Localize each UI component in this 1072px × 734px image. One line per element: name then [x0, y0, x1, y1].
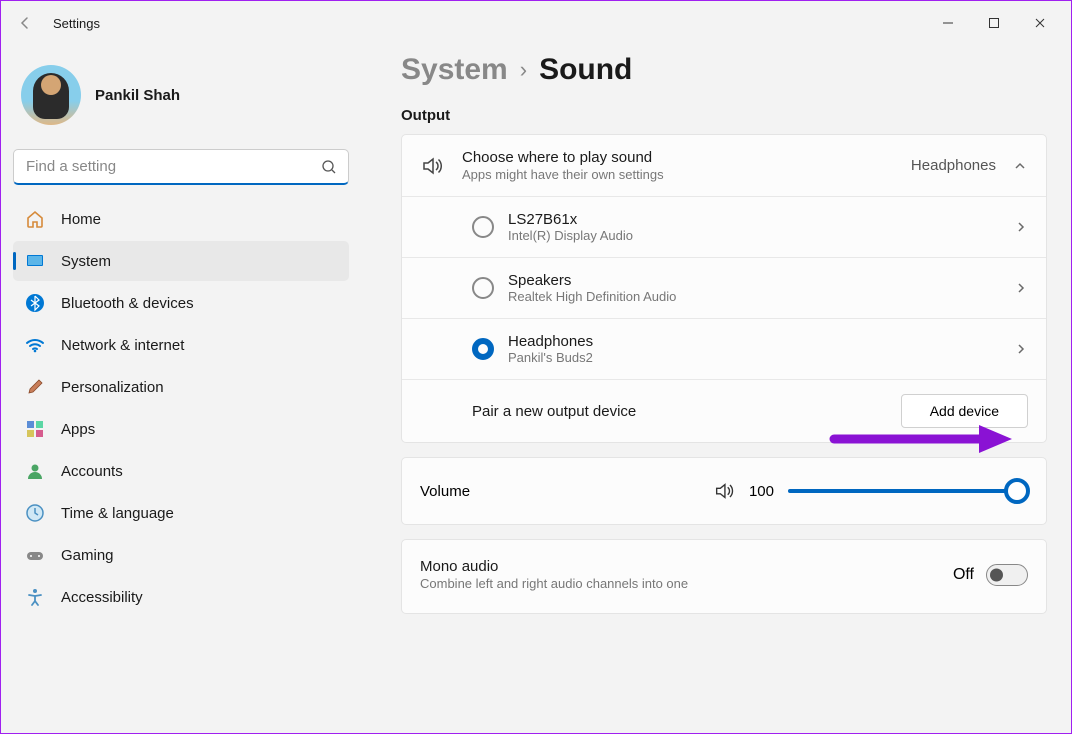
nav-label: System: [61, 253, 111, 270]
nav-accessibility[interactable]: Accessibility: [13, 577, 349, 617]
close-button[interactable]: [1017, 7, 1063, 39]
nav-label: Personalization: [61, 379, 164, 396]
add-device-button[interactable]: Add device: [901, 394, 1028, 428]
minimize-icon: [942, 17, 954, 29]
nav-list: Home System Bluetooth & devices Network …: [13, 199, 349, 617]
system-icon: [25, 251, 45, 271]
nav-label: Home: [61, 211, 101, 228]
nav-home[interactable]: Home: [13, 199, 349, 239]
pair-device-label: Pair a new output device: [472, 403, 636, 420]
volume-value: 100: [749, 483, 774, 500]
titlebar: Settings: [1, 1, 1071, 45]
chevron-right-icon[interactable]: [1014, 342, 1028, 356]
back-button[interactable]: [9, 7, 41, 39]
volume-slider[interactable]: [788, 489, 1028, 493]
device-sub: Intel(R) Display Audio: [508, 228, 1000, 243]
wifi-icon: [25, 335, 45, 355]
breadcrumb: System › Sound: [401, 53, 1047, 87]
gamepad-icon: [25, 545, 45, 565]
nav-personalization[interactable]: Personalization: [13, 367, 349, 407]
nav-label: Network & internet: [61, 337, 184, 354]
mono-toggle[interactable]: [986, 564, 1028, 586]
accessibility-icon: [25, 587, 45, 607]
output-device-option[interactable]: LS27B61x Intel(R) Display Audio: [402, 197, 1046, 258]
device-sub: Realtek High Definition Audio: [508, 289, 1000, 304]
apps-icon: [25, 419, 45, 439]
chevron-right-icon[interactable]: [1014, 220, 1028, 234]
radio-selected-icon[interactable]: [472, 338, 494, 360]
bluetooth-icon: [25, 293, 45, 313]
brush-icon: [25, 377, 45, 397]
output-device-option-selected[interactable]: Headphones Pankil's Buds2: [402, 319, 1046, 380]
mono-audio-card: Mono audio Combine left and right audio …: [401, 539, 1047, 614]
nav-apps[interactable]: Apps: [13, 409, 349, 449]
device-name: Speakers: [508, 272, 1000, 289]
choose-output-sub: Apps might have their own settings: [462, 167, 911, 182]
nav-network[interactable]: Network & internet: [13, 325, 349, 365]
radio-icon[interactable]: [472, 216, 494, 238]
nav-label: Accounts: [61, 463, 123, 480]
choose-output-row[interactable]: Choose where to play sound Apps might ha…: [402, 135, 1046, 197]
device-name: Headphones: [508, 333, 1000, 350]
chevron-right-icon: ›: [520, 57, 527, 83]
nav-label: Bluetooth & devices: [61, 295, 194, 312]
device-name: LS27B61x: [508, 211, 1000, 228]
arrow-left-icon: [17, 15, 33, 31]
mono-state-label: Off: [953, 566, 974, 584]
output-device-option[interactable]: Speakers Realtek High Definition Audio: [402, 258, 1046, 319]
search-input[interactable]: [13, 149, 349, 185]
radio-icon[interactable]: [472, 277, 494, 299]
nav-time[interactable]: Time & language: [13, 493, 349, 533]
maximize-icon: [988, 17, 1000, 29]
choose-output-title: Choose where to play sound: [462, 149, 911, 166]
pair-device-row: Pair a new output device Add device: [402, 380, 1046, 442]
breadcrumb-parent[interactable]: System: [401, 53, 508, 87]
nav-gaming[interactable]: Gaming: [13, 535, 349, 575]
profile-block[interactable]: Pankil Shah: [13, 45, 349, 145]
minimize-button[interactable]: [925, 7, 971, 39]
app-title: Settings: [53, 16, 100, 31]
avatar: [21, 65, 81, 125]
mono-sub: Combine left and right audio channels in…: [420, 576, 688, 591]
volume-label: Volume: [420, 483, 470, 500]
maximize-button[interactable]: [971, 7, 1017, 39]
device-sub: Pankil's Buds2: [508, 350, 1000, 365]
window-controls: [925, 7, 1063, 39]
close-icon: [1034, 17, 1046, 29]
speaker-icon: [420, 154, 462, 178]
breadcrumb-current: Sound: [539, 53, 632, 87]
nav-bluetooth[interactable]: Bluetooth & devices: [13, 283, 349, 323]
person-icon: [25, 461, 45, 481]
volume-card: Volume 100: [401, 457, 1047, 525]
chevron-up-icon: [1012, 158, 1028, 174]
search-icon: [321, 159, 337, 175]
profile-name: Pankil Shah: [95, 87, 180, 104]
selected-output-summary: Headphones: [911, 157, 996, 174]
nav-label: Apps: [61, 421, 95, 438]
clock-icon: [25, 503, 45, 523]
mono-title: Mono audio: [420, 558, 688, 575]
section-output-label: Output: [401, 107, 1047, 124]
search-wrap: [13, 149, 349, 185]
sidebar: Pankil Shah Home System Bluetooth & devi…: [1, 45, 361, 733]
output-card-group: Choose where to play sound Apps might ha…: [401, 134, 1047, 443]
home-icon: [25, 209, 45, 229]
chevron-right-icon[interactable]: [1014, 281, 1028, 295]
nav-system[interactable]: System: [13, 241, 349, 281]
volume-icon[interactable]: [713, 480, 735, 502]
nav-label: Time & language: [61, 505, 174, 522]
main-content: System › Sound Output Choose where to pl…: [361, 45, 1071, 733]
nav-accounts[interactable]: Accounts: [13, 451, 349, 491]
nav-label: Accessibility: [61, 589, 143, 606]
nav-label: Gaming: [61, 547, 114, 564]
